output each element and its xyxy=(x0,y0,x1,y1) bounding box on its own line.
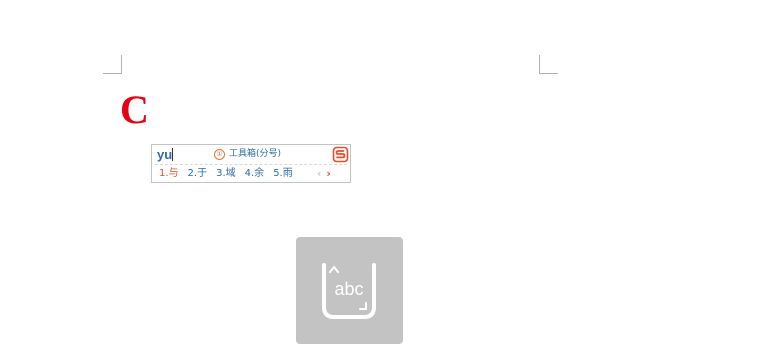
ime-caret xyxy=(172,148,173,161)
keyboard-toggle-label: abc xyxy=(334,279,364,299)
ime-candidate-window: yu ① 工具箱(分号) 1.与 2.于 3.域 4.余 5.雨 ‹ › xyxy=(151,144,351,183)
ime-candidate-1[interactable]: 1.与 xyxy=(159,167,179,181)
toolbox-number-icon: ① xyxy=(214,149,225,160)
page-prev-icon[interactable]: ‹ xyxy=(317,167,321,181)
ime-toolbox-button[interactable]: ① 工具箱(分号) xyxy=(214,148,281,161)
ime-candidate-4[interactable]: 4.余 xyxy=(245,167,265,181)
ime-composition-row: yu ① 工具箱(分号) xyxy=(152,145,350,164)
sogou-logo-icon[interactable] xyxy=(332,146,349,163)
document-text: C xyxy=(120,87,149,132)
page-next-icon[interactable]: › xyxy=(326,167,331,181)
keyboard-abc-icon: abc xyxy=(318,261,380,321)
ime-candidate-list: 1.与 2.于 3.域 4.余 5.雨 xyxy=(159,167,302,181)
document-page: C yu ① 工具箱(分号) 1.与 2.于 3.域 4.余 5.雨 ‹ › a… xyxy=(0,0,765,347)
ime-candidate-3[interactable]: 3.域 xyxy=(216,167,236,181)
ime-input-text: yu xyxy=(157,147,173,162)
margin-corner-mark-left xyxy=(103,55,122,74)
ime-pager: ‹ › xyxy=(317,167,336,181)
ime-candidate-2[interactable]: 2.于 xyxy=(188,167,208,181)
margin-corner-mark-right xyxy=(539,55,558,74)
keyboard-toggle-button[interactable]: abc xyxy=(296,237,403,344)
toolbox-label: 工具箱(分号) xyxy=(229,149,282,159)
ime-candidate-5[interactable]: 5.雨 xyxy=(273,167,293,181)
ime-divider xyxy=(155,164,347,165)
